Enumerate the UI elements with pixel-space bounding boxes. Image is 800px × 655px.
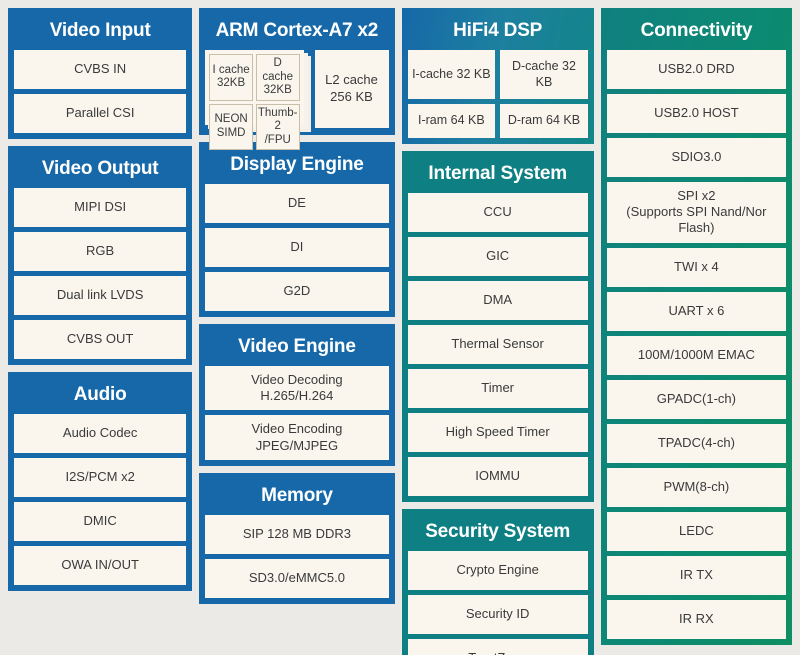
cell-emac[interactable]: 100M/1000M EMAC: [607, 336, 786, 375]
mini-d-cache[interactable]: D cache 32KB: [256, 54, 300, 101]
column-third: HiFi4 DSP I-cache 32 KB D-cache 32 KB I-…: [402, 8, 594, 655]
arm-card-front: I cache 32KB D cache 32KB NEON SIMD Thum…: [205, 50, 303, 125]
cell-ir-tx[interactable]: IR TX: [607, 556, 786, 595]
block-memory: Memory SIP 128 MB DDR3 SD3.0/eMMC5.0: [199, 473, 394, 604]
cell-dual-link-lvds[interactable]: Dual link LVDS: [14, 276, 186, 315]
column-second: ARM Cortex-A7 x2 I cache 32KB D cache 32…: [199, 8, 394, 604]
block-title-audio: Audio: [14, 378, 186, 414]
cells-video-output: MIPI DSI RGB Dual link LVDS CVBS OUT: [14, 188, 186, 359]
block-connectivity: Connectivity USB2.0 DRD USB2.0 HOST SDIO…: [601, 8, 792, 645]
cell-usb-drd[interactable]: USB2.0 DRD: [607, 50, 786, 89]
cell-thermal-sensor[interactable]: Thermal Sensor: [408, 325, 588, 364]
cell-uart[interactable]: UART x 6: [607, 292, 786, 331]
cell-trustzone[interactable]: TrustZone: [408, 639, 588, 655]
mini-thumb2-fpu[interactable]: Thumb-2 /FPU: [256, 104, 300, 151]
block-title-display-engine: Display Engine: [205, 148, 388, 184]
block-video-engine: Video Engine Video Decoding H.265/H.264 …: [199, 324, 394, 466]
cell-sd-emmc[interactable]: SD3.0/eMMC5.0: [205, 559, 388, 598]
cell-dma[interactable]: DMA: [408, 281, 588, 320]
block-title-hifi4-dsp: HiFi4 DSP: [408, 14, 588, 50]
block-title-video-engine: Video Engine: [205, 330, 388, 366]
cell-pwm[interactable]: PWM(8-ch): [607, 468, 786, 507]
cell-g2d[interactable]: G2D: [205, 272, 388, 311]
block-title-security-system: Security System: [408, 515, 588, 551]
cell-dsp-i-cache[interactable]: I-cache 32 KB: [408, 50, 496, 99]
cell-dsp-d-ram[interactable]: D-ram 64 KB: [500, 104, 588, 138]
cell-iommu[interactable]: IOMMU: [408, 457, 588, 496]
cells-internal-system: CCU GIC DMA Thermal Sensor Timer High Sp…: [408, 193, 588, 496]
cells-video-input: CVBS IN Parallel CSI: [14, 50, 186, 133]
mini-i-cache[interactable]: I cache 32KB: [209, 54, 253, 101]
block-video-output: Video Output MIPI DSI RGB Dual link LVDS…: [8, 146, 192, 365]
cell-rgb[interactable]: RGB: [14, 232, 186, 271]
block-hifi4-dsp: HiFi4 DSP I-cache 32 KB D-cache 32 KB I-…: [402, 8, 594, 144]
cell-crypto-engine[interactable]: Crypto Engine: [408, 551, 588, 590]
cell-parallel-csi[interactable]: Parallel CSI: [14, 94, 186, 133]
cell-de[interactable]: DE: [205, 184, 388, 223]
cell-ccu[interactable]: CCU: [408, 193, 588, 232]
block-title-memory: Memory: [205, 479, 388, 515]
cells-connectivity: USB2.0 DRD USB2.0 HOST SDIO3.0 SPI x2 (S…: [607, 50, 786, 639]
cell-high-speed-timer[interactable]: High Speed Timer: [408, 413, 588, 452]
cells-memory: SIP 128 MB DDR3 SD3.0/eMMC5.0: [205, 515, 388, 598]
cell-gpadc[interactable]: GPADC(1-ch): [607, 380, 786, 419]
block-arm-cortex: ARM Cortex-A7 x2 I cache 32KB D cache 32…: [199, 8, 394, 135]
cell-video-decoding[interactable]: Video Decoding H.265/H.264: [205, 366, 388, 411]
block-title-internal-system: Internal System: [408, 157, 588, 193]
cell-timer[interactable]: Timer: [408, 369, 588, 408]
mini-neon-simd[interactable]: NEON SIMD: [209, 104, 253, 151]
cell-owa-in-out[interactable]: OWA IN/OUT: [14, 546, 186, 585]
block-audio: Audio Audio Codec I2S/PCM x2 DMIC OWA IN…: [8, 372, 192, 591]
cell-ledc[interactable]: LEDC: [607, 512, 786, 551]
block-title-video-input: Video Input: [14, 14, 186, 50]
block-video-input: Video Input CVBS IN Parallel CSI: [8, 8, 192, 139]
cell-sip-ddr3[interactable]: SIP 128 MB DDR3: [205, 515, 388, 554]
cell-usb-host[interactable]: USB2.0 HOST: [607, 94, 786, 133]
cell-di[interactable]: DI: [205, 228, 388, 267]
cell-cvbs-out[interactable]: CVBS OUT: [14, 320, 186, 359]
cells-security-system: Crypto Engine Security ID TrustZone Secu…: [408, 551, 588, 655]
cell-twi[interactable]: TWI x 4: [607, 248, 786, 287]
cell-i2s-pcm[interactable]: I2S/PCM x2: [14, 458, 186, 497]
block-title-connectivity: Connectivity: [607, 14, 786, 50]
block-display-engine: Display Engine DE DI G2D: [199, 142, 394, 317]
arm-core-card-stack: I cache 32KB D cache 32KB NEON SIMD Thum…: [205, 50, 307, 128]
block-title-video-output: Video Output: [14, 152, 186, 188]
column-right: Connectivity USB2.0 DRD USB2.0 HOST SDIO…: [601, 8, 792, 645]
cell-gic[interactable]: GIC: [408, 237, 588, 276]
cell-cvbs-in[interactable]: CVBS IN: [14, 50, 186, 89]
block-internal-system: Internal System CCU GIC DMA Thermal Sens…: [402, 151, 594, 502]
block-security-system: Security System Crypto Engine Security I…: [402, 509, 594, 655]
cell-mipi-dsi[interactable]: MIPI DSI: [14, 188, 186, 227]
column-left: Video Input CVBS IN Parallel CSI Video O…: [8, 8, 192, 591]
cell-security-id[interactable]: Security ID: [408, 595, 588, 634]
cells-display-engine: DE DI G2D: [205, 184, 388, 311]
cell-ir-rx[interactable]: IR RX: [607, 600, 786, 639]
soc-block-diagram: Video Input CVBS IN Parallel CSI Video O…: [0, 0, 800, 655]
block-title-arm-cortex: ARM Cortex-A7 x2: [205, 14, 388, 50]
arm-body: I cache 32KB D cache 32KB NEON SIMD Thum…: [205, 50, 388, 129]
cell-video-encoding[interactable]: Video Encoding JPEG/MJPEG: [205, 415, 388, 460]
cell-sdio[interactable]: SDIO3.0: [607, 138, 786, 177]
cell-audio-codec[interactable]: Audio Codec: [14, 414, 186, 453]
cells-hifi4-dsp: I-cache 32 KB D-cache 32 KB I-ram 64 KB …: [408, 50, 588, 138]
cell-l2-cache[interactable]: L2 cache 256 KB: [315, 50, 389, 128]
cell-dsp-d-cache[interactable]: D-cache 32 KB: [500, 50, 588, 99]
diagram-columns: Video Input CVBS IN Parallel CSI Video O…: [8, 8, 792, 647]
cells-audio: Audio Codec I2S/PCM x2 DMIC OWA IN/OUT: [14, 414, 186, 585]
cell-dmic[interactable]: DMIC: [14, 502, 186, 541]
cell-dsp-i-ram[interactable]: I-ram 64 KB: [408, 104, 496, 138]
cell-tpadc[interactable]: TPADC(4-ch): [607, 424, 786, 463]
cell-spi[interactable]: SPI x2 (Supports SPI Nand/Nor Flash): [607, 182, 786, 243]
cells-video-engine: Video Decoding H.265/H.264 Video Encodin…: [205, 366, 388, 460]
